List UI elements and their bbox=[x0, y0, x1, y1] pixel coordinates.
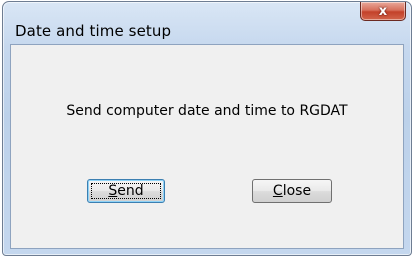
window-close-button[interactable]: x bbox=[360, 2, 406, 21]
dialog-body: Send computer date and time to RGDAT Sen… bbox=[10, 44, 404, 249]
dialog-window: Date and time setup x Send computer date… bbox=[2, 1, 412, 256]
close-label-rest: lose bbox=[282, 183, 312, 199]
send-button-label: Send bbox=[108, 183, 143, 199]
send-button[interactable]: Send bbox=[87, 179, 165, 203]
window-title: Date and time setup bbox=[15, 22, 172, 40]
send-label-rest: end bbox=[117, 183, 144, 199]
send-accelerator: S bbox=[108, 183, 118, 199]
close-icon: x bbox=[378, 3, 388, 19]
dialog-message: Send computer date and time to RGDAT bbox=[66, 103, 348, 119]
close-accelerator: C bbox=[272, 183, 283, 199]
close-button-label: Close bbox=[273, 183, 311, 199]
close-button[interactable]: Close bbox=[252, 179, 332, 203]
